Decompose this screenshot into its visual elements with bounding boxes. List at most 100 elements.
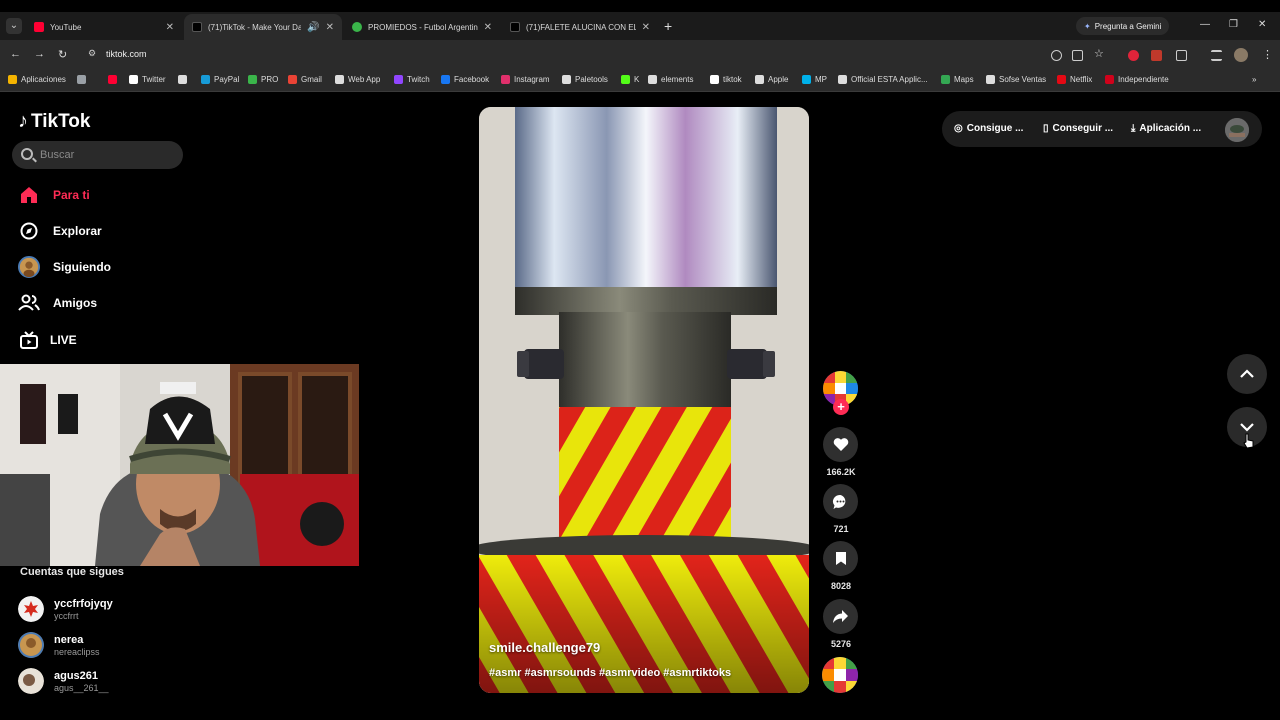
- media-control-icon[interactable]: [1211, 50, 1222, 61]
- tab-promiedos[interactable]: PROMIEDOS - Futbol Argentino ✕: [344, 14, 500, 40]
- sidebar-item-live[interactable]: LIVE: [18, 329, 77, 351]
- comment-button[interactable]: [823, 484, 858, 519]
- search-input[interactable]: [40, 146, 180, 164]
- bookmark-star-icon[interactable]: ☆: [1094, 47, 1104, 60]
- bookmark-item[interactable]: tiktok: [710, 75, 742, 84]
- account-name: agus261: [54, 669, 99, 682]
- extension-shield-icon[interactable]: [1151, 50, 1162, 61]
- account-handle: agus__261__: [54, 682, 109, 693]
- bookmark-item[interactable]: Independiente: [1105, 75, 1169, 84]
- hand-cursor-icon: [1243, 433, 1255, 454]
- save-button[interactable]: [823, 541, 858, 576]
- bookmark-favicon-icon: [288, 75, 297, 84]
- share-button[interactable]: [823, 599, 858, 634]
- bookmark-label: K: [634, 75, 640, 84]
- bookmark-item[interactable]: Apple: [755, 75, 788, 84]
- reload-icon[interactable]: ↻: [58, 48, 67, 61]
- extensions-puzzle-icon[interactable]: [1176, 50, 1187, 61]
- following-account[interactable]: agus261 agus__261__: [18, 668, 109, 694]
- bookmark-label: Twitch: [407, 75, 430, 84]
- address-bar[interactable]: ⚙ tiktok.com: [80, 44, 1040, 66]
- coin-icon: ◎: [954, 123, 963, 134]
- following-account[interactable]: yccfrfojyqy yccfrrt: [18, 596, 113, 622]
- speaker-icon[interactable]: 🔊: [307, 22, 319, 33]
- extension-red-icon[interactable]: [1128, 50, 1139, 61]
- more-bookmarks-icon[interactable]: »: [1252, 75, 1256, 84]
- bookmark-item[interactable]: Aplicaciones: [8, 75, 66, 84]
- webcam-overlay: [0, 364, 359, 566]
- video-author[interactable]: smile.challenge79: [489, 640, 600, 655]
- bookmark-item[interactable]: [178, 75, 191, 84]
- bookmark-item[interactable]: K: [621, 75, 639, 84]
- bookmark-item[interactable]: [108, 75, 121, 84]
- tab-search-button[interactable]: ⌄: [6, 18, 22, 34]
- avatar: [18, 632, 44, 658]
- tab-falete[interactable]: (71)FALETE ALUCINA CON EL TI ✕: [502, 14, 658, 40]
- top-action-label: Consigue ...: [966, 123, 1024, 134]
- following-account[interactable]: nerea nereaclipss: [18, 632, 100, 658]
- bookmark-item[interactable]: Gmail: [288, 75, 322, 84]
- forward-arrow-icon[interactable]: →: [34, 48, 45, 60]
- nav-label: Explorar: [53, 224, 102, 238]
- search-box[interactable]: [12, 141, 183, 169]
- previous-video-button[interactable]: [1227, 354, 1267, 394]
- bookmark-item[interactable]: elements: [648, 75, 693, 84]
- tab-tiktok[interactable]: (71)TikTok - Make Your Day 🔊 ✕: [184, 14, 342, 40]
- close-tab-icon[interactable]: ✕: [484, 22, 492, 33]
- sidebar-item-explorar[interactable]: Explorar: [18, 220, 102, 242]
- bookmark-item[interactable]: Web App: [335, 75, 380, 84]
- bookmark-item[interactable]: Sofse Ventas: [986, 75, 1046, 84]
- bookmark-favicon-icon: [710, 75, 719, 84]
- nav-label: Para ti: [53, 188, 90, 202]
- profile-avatar[interactable]: [1234, 48, 1248, 62]
- bookmark-item[interactable]: Twitter: [129, 75, 166, 84]
- sidebar-item-para-ti[interactable]: Para ti: [18, 184, 90, 206]
- bookmark-item[interactable]: Official ESTA Applic...: [838, 75, 928, 84]
- nav-label: Amigos: [53, 296, 98, 310]
- tiktok-logo[interactable]: ♪ TikTok: [18, 110, 90, 133]
- following-avatar-icon: [18, 256, 40, 278]
- bookmark-item[interactable]: Paletools: [562, 75, 608, 84]
- sidebar-item-siguiendo[interactable]: Siguiendo: [18, 256, 111, 278]
- bookmark-icon: [835, 552, 846, 565]
- browser-menu-icon[interactable]: ⋮: [1262, 48, 1273, 61]
- cast-icon[interactable]: [1072, 50, 1083, 61]
- bookmark-item[interactable]: [77, 75, 90, 84]
- close-window-icon[interactable]: ✕: [1258, 19, 1266, 30]
- bookmark-item[interactable]: MP: [802, 75, 827, 84]
- music-disc-avatar[interactable]: [822, 657, 858, 693]
- get-app-button[interactable]: ▯ Conseguir ...: [1043, 123, 1113, 134]
- url-text[interactable]: tiktok.com: [106, 49, 147, 59]
- zoom-icon[interactable]: [1051, 50, 1062, 61]
- video-hashtags[interactable]: #asmr #asmrsounds #asmrvideo #asmrtiktok…: [489, 667, 731, 679]
- bookmark-item[interactable]: PRO: [248, 75, 278, 84]
- bookmark-item[interactable]: PayPal: [201, 75, 239, 84]
- bookmark-item[interactable]: Facebook: [441, 75, 489, 84]
- sidebar-item-amigos[interactable]: Amigos: [18, 292, 97, 314]
- close-tab-icon[interactable]: ✕: [166, 22, 174, 33]
- desktop-app-button[interactable]: ⤓ Aplicación ...: [1131, 123, 1201, 134]
- following-section-title: Cuentas que sigues: [20, 566, 124, 578]
- tab-youtube[interactable]: YouTube ✕: [26, 14, 182, 40]
- bookmark-favicon-icon: [1057, 75, 1066, 84]
- close-tab-icon[interactable]: ✕: [642, 22, 650, 33]
- ask-gemini-button[interactable]: ✦ Pregunta a Gemini: [1076, 17, 1170, 35]
- bookmark-item[interactable]: Twitch: [394, 75, 430, 84]
- bookmark-favicon-icon: [178, 75, 187, 84]
- follow-plus-button[interactable]: +: [833, 399, 849, 415]
- get-coins-button[interactable]: ◎ Consigue ...: [954, 123, 1023, 134]
- video-player[interactable]: [479, 107, 809, 693]
- user-avatar[interactable]: [1225, 118, 1249, 142]
- site-info-icon[interactable]: ⚙: [88, 48, 96, 59]
- bookmark-label: MP: [815, 75, 827, 84]
- bookmark-item[interactable]: Netflix: [1057, 75, 1092, 84]
- close-tab-icon[interactable]: ✕: [326, 22, 334, 33]
- bookmark-item[interactable]: Instagram: [501, 75, 550, 84]
- minimize-icon[interactable]: —: [1200, 19, 1210, 30]
- restore-icon[interactable]: ❐: [1229, 19, 1238, 30]
- back-arrow-icon[interactable]: ←: [10, 48, 21, 60]
- bookmark-item[interactable]: Maps: [941, 75, 974, 84]
- like-button[interactable]: [823, 427, 858, 462]
- bookmark-favicon-icon: [621, 75, 630, 84]
- new-tab-button[interactable]: +: [664, 18, 672, 34]
